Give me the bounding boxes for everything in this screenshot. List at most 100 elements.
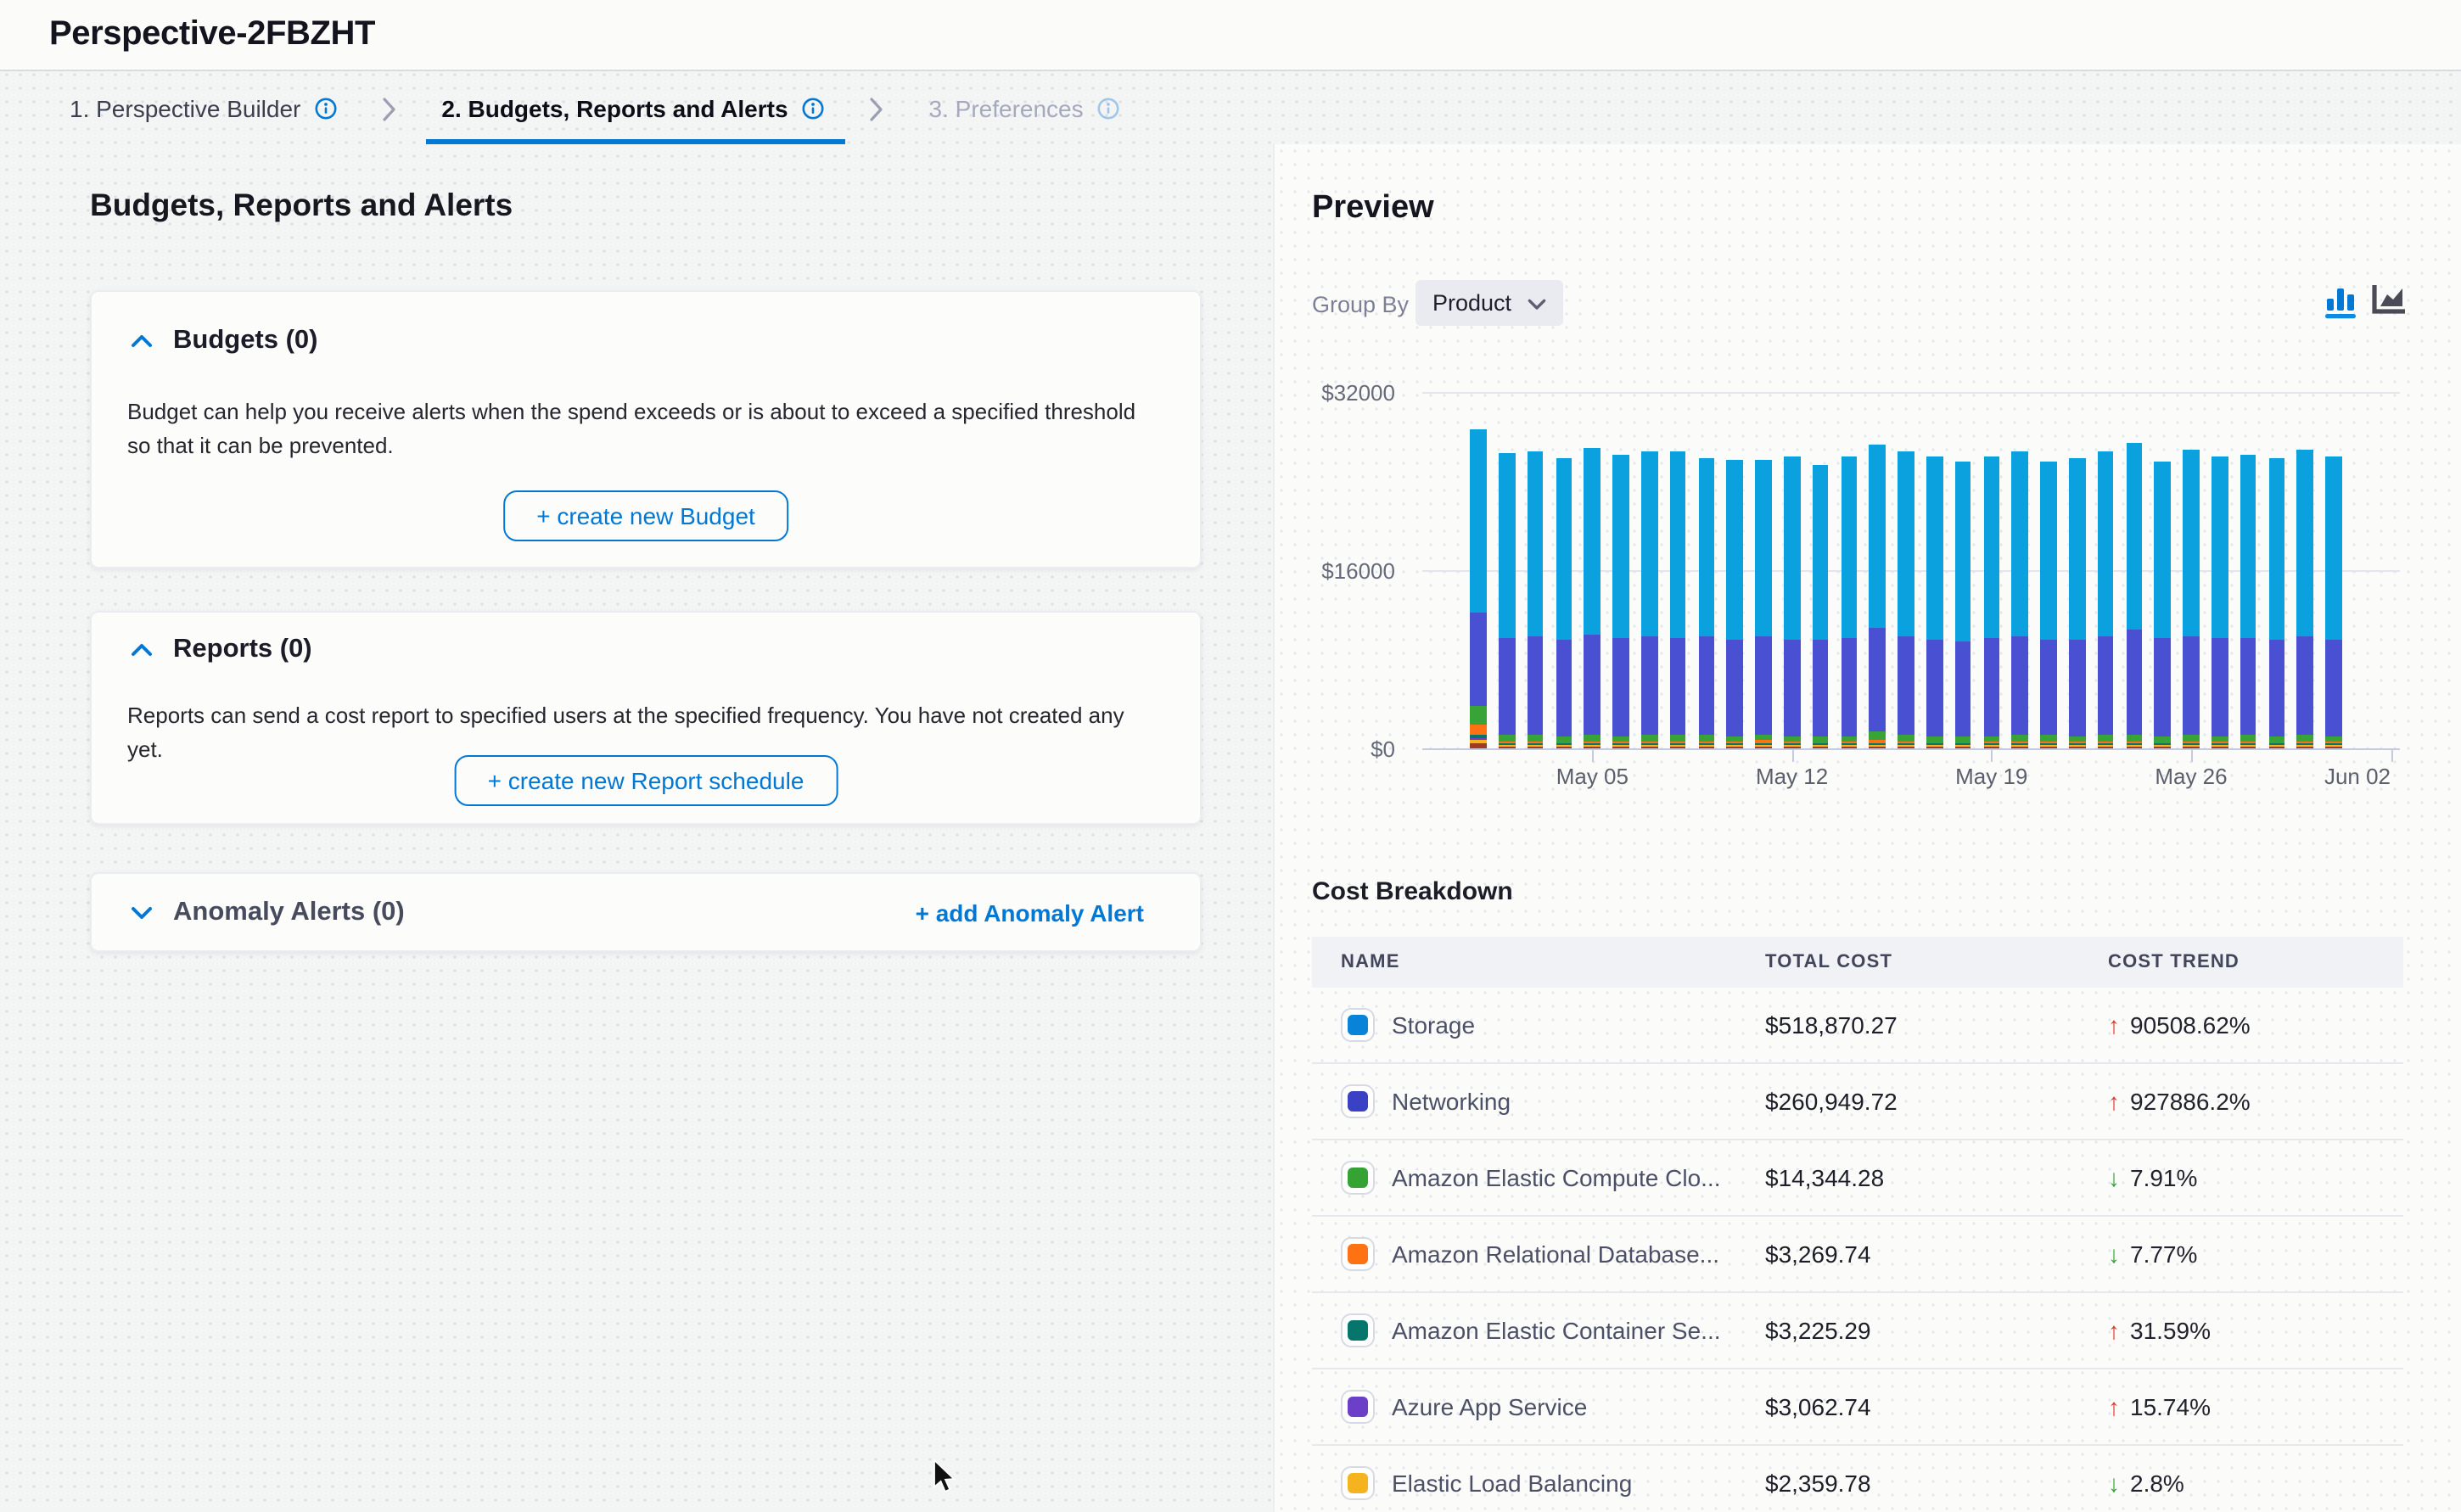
tab-preferences[interactable]: 3. Preferences (929, 73, 1121, 144)
bar-chart-icon[interactable] (2325, 283, 2359, 319)
chart-bar-segment (1556, 641, 1572, 736)
group-by-dropdown[interactable]: Product (1415, 280, 1562, 326)
chart-bar-segment (1470, 613, 1486, 705)
chart-bar[interactable] (1755, 460, 1771, 748)
chart-bar[interactable] (2325, 456, 2341, 748)
chart-bar[interactable] (2012, 451, 2028, 748)
chart-bar[interactable] (1528, 451, 1544, 748)
chart-bar-segment (2183, 636, 2199, 735)
legend-chip (1341, 1466, 1375, 1500)
add-anomaly-alert-link[interactable]: + add Anomaly Alert (916, 899, 1144, 926)
table-row: Amazon Relational Database...$3,269.74↓7… (1312, 1217, 2403, 1293)
chart-bar[interactable] (1784, 457, 1800, 748)
chart-bar-segment (1983, 736, 1999, 742)
create-budget-button[interactable]: + create new Budget (502, 490, 789, 541)
chart-bar-segment (1528, 451, 1544, 637)
chart-bar-segment (1727, 736, 1743, 742)
chart-bar[interactable] (2126, 444, 2142, 748)
chart-bar[interactable] (1698, 459, 1714, 748)
anomaly-card-header[interactable]: Anomaly Alerts (0) (131, 897, 405, 927)
row-trend-value: 2.8% (2130, 1470, 2184, 1497)
chart-bar[interactable] (1612, 455, 1629, 748)
chart-bar[interactable] (1584, 448, 1600, 748)
chart-bar[interactable] (1470, 429, 1486, 748)
create-report-schedule-button[interactable]: + create new Report schedule (454, 755, 838, 806)
chart-bar-segment (2268, 458, 2284, 640)
chart-bar[interactable] (2183, 451, 2199, 748)
budgets-card-header[interactable]: Budgets (0) (131, 326, 318, 356)
chart-bar[interactable] (2268, 458, 2284, 748)
chart-bar[interactable] (1727, 459, 1743, 748)
chart-bar[interactable] (1841, 457, 1857, 748)
budgets-card: Budgets (0) Budget can help you receive … (90, 290, 1202, 568)
tab-budgets-reports-alerts[interactable]: 2. Budgets, Reports and Alerts (441, 73, 825, 144)
chart-bar-segment (2297, 451, 2313, 637)
chevron-up-icon[interactable] (131, 326, 153, 356)
chart-bar[interactable] (1983, 457, 1999, 748)
chart-bar[interactable] (1898, 452, 1914, 748)
x-axis-tick (2191, 748, 2193, 762)
chart-bar-segment (1641, 451, 1657, 636)
chart-bar-segment (1841, 747, 1857, 748)
chart-bar[interactable] (1870, 445, 1886, 748)
chart-bar-segment (1528, 636, 1544, 735)
chart-bar[interactable] (2155, 462, 2171, 748)
x-axis-label: May 05 (1541, 764, 1643, 789)
chart-bar[interactable] (2069, 458, 2085, 748)
chart-bar[interactable] (2240, 456, 2256, 748)
chart-bar-segment (1470, 724, 1486, 736)
row-trend-value: 31.59% (2130, 1317, 2211, 1344)
chart-bar-segment (2040, 462, 2056, 641)
chart-bar-segment (2325, 736, 2341, 742)
chevron-up-icon[interactable] (131, 635, 153, 665)
row-name: Amazon Elastic Compute Clo... (1392, 1164, 1721, 1191)
chart-bar-segment (1898, 747, 1914, 748)
area-chart-icon[interactable] (2371, 283, 2408, 319)
chart-bar-segment (2297, 747, 2313, 748)
chart-bar[interactable] (1499, 453, 1515, 748)
section-heading: Budgets, Reports and Alerts (90, 187, 513, 224)
chart-bar-segment (2155, 736, 2171, 742)
chart-bar-segment (2126, 747, 2142, 748)
chart-bar-segment (1926, 456, 1942, 640)
info-icon[interactable] (314, 97, 338, 120)
row-trend-value: 90508.62% (2130, 1011, 2251, 1039)
chart-bar[interactable] (2098, 451, 2114, 748)
chart-bar-segment (1755, 747, 1771, 748)
chart-bar-segment (1813, 737, 1829, 743)
chart-bar[interactable] (1926, 456, 1942, 748)
group-by-label: Group By (1312, 292, 1409, 317)
chart-bar[interactable] (1955, 462, 1971, 748)
chart-bar[interactable] (2040, 462, 2056, 748)
chart-bar-segment (1641, 636, 1657, 735)
info-icon[interactable] (802, 97, 826, 120)
chevron-down-icon[interactable] (131, 897, 153, 927)
arrow-down-icon: ↓ (2108, 1470, 2120, 1497)
chart-bar-segment (1813, 747, 1829, 748)
chevron-right-icon (382, 96, 397, 121)
chart-bar-segment (2040, 640, 2056, 735)
arrow-up-icon: ↑ (2108, 1088, 2120, 1115)
reports-card: Reports (0) Reports can send a cost repo… (90, 611, 1202, 825)
chart-bar-segment (1499, 453, 1515, 638)
chart-bar[interactable] (1813, 464, 1829, 748)
chart-bar[interactable] (1670, 452, 1686, 748)
tab-perspective-builder[interactable]: 1. Perspective Builder (70, 73, 338, 144)
chart-bar-segment (1955, 641, 1971, 736)
tab-label: 1. Perspective Builder (70, 95, 300, 122)
chart-bar[interactable] (1556, 458, 1572, 748)
chart-bar-segment (1755, 460, 1771, 637)
x-axis-label: May 12 (1741, 764, 1843, 789)
chart-bar[interactable] (1641, 451, 1657, 748)
chart-bar[interactable] (2297, 451, 2313, 748)
mouse-cursor-icon (933, 1459, 957, 1504)
legend-chip (1341, 1237, 1375, 1271)
chart-bar-segment (1612, 455, 1629, 639)
row-trend-value: 927886.2% (2130, 1088, 2251, 1115)
reports-card-header[interactable]: Reports (0) (131, 635, 312, 665)
row-name: Elastic Load Balancing (1392, 1470, 1632, 1497)
chart-bar[interactable] (2212, 456, 2228, 748)
chart-bar-segment (1556, 747, 1572, 748)
budgets-card-title: Budgets (0) (173, 326, 318, 356)
x-axis-tick (1792, 748, 1794, 762)
